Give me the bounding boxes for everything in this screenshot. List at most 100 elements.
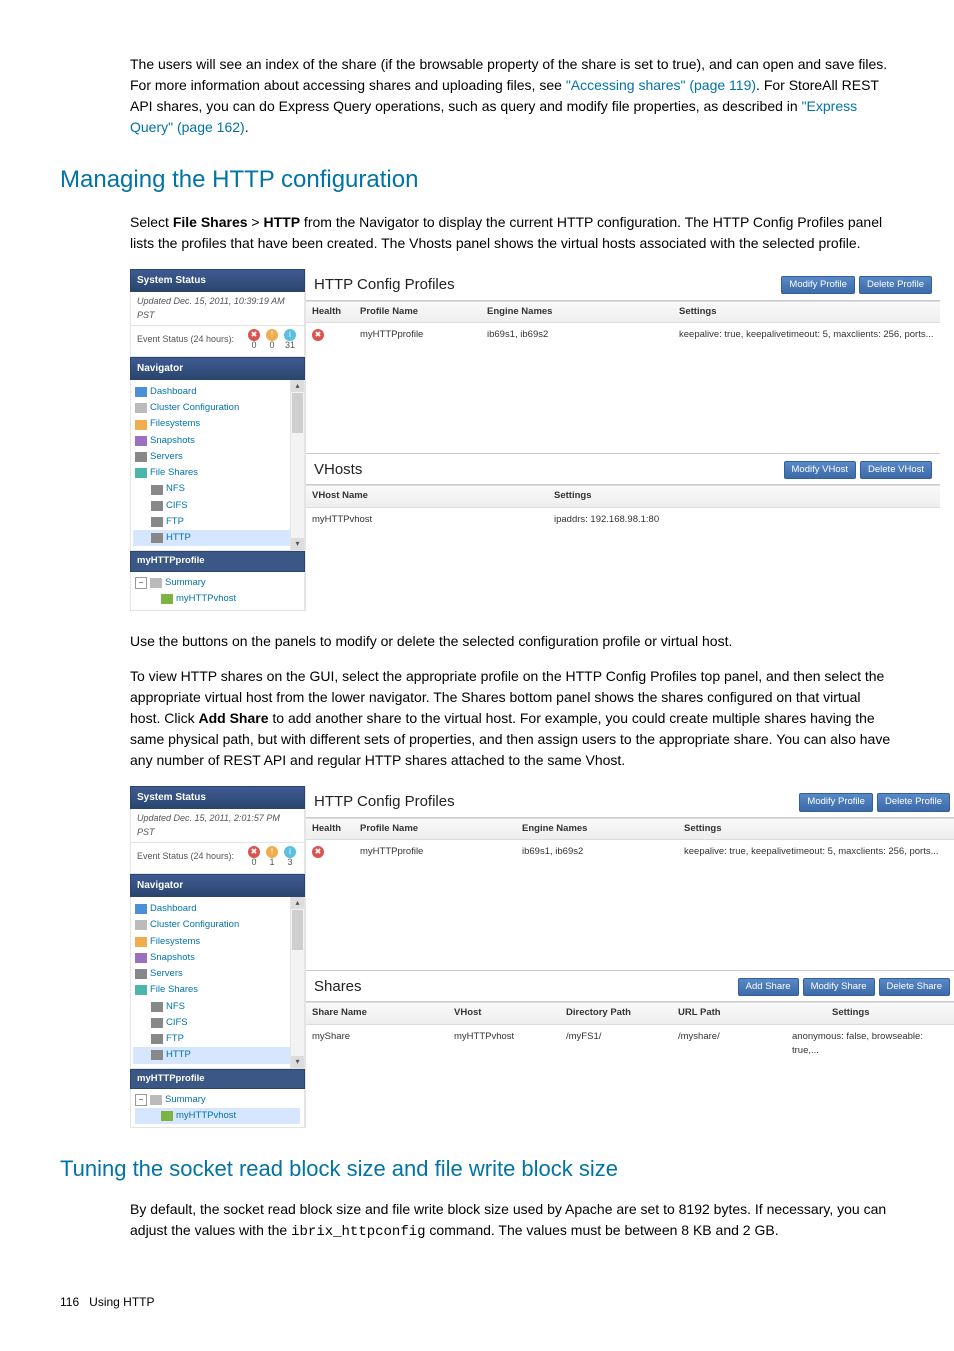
system-status-title: System Status	[130, 786, 305, 809]
col-share-name[interactable]: Share Name	[306, 1003, 448, 1023]
share-sub-icon	[151, 485, 163, 495]
page-number: 116	[60, 1295, 79, 1309]
bold-file-shares: File Shares	[173, 214, 248, 230]
event-status-row: Event Status (24 hours): ✖0 !1 i3	[130, 843, 305, 874]
nav-dashboard[interactable]: Dashboard	[133, 901, 302, 917]
nav-file-shares[interactable]: File Shares	[133, 465, 302, 481]
nav-cluster-configuration[interactable]: Cluster Configuration	[133, 917, 302, 933]
share-vhost-cell: myHTTPvhost	[448, 1027, 560, 1062]
col-profile-name[interactable]: Profile Name	[354, 819, 516, 839]
nav-snapshots[interactable]: Snapshots	[133, 950, 302, 966]
nav-nfs[interactable]: NFS	[133, 481, 302, 497]
col-url-path[interactable]: URL Path	[672, 1003, 774, 1023]
scroll-up-icon[interactable]: ▴	[291, 380, 304, 392]
nav-label: File Shares	[150, 466, 198, 480]
nav-cluster-configuration[interactable]: Cluster Configuration	[133, 400, 302, 416]
col-engine-names[interactable]: Engine Names	[516, 819, 678, 839]
scroll-down-icon[interactable]: ▾	[291, 538, 304, 550]
nav-label: myHTTPvhost	[176, 1109, 236, 1123]
delete-share-button[interactable]: Delete Share	[879, 978, 950, 996]
nav-http[interactable]: HTTP	[133, 1047, 302, 1063]
nav-filesystems[interactable]: Filesystems	[133, 934, 302, 950]
share-dir-cell: /myFS1/	[560, 1027, 672, 1062]
modify-profile-button[interactable]: Modify Profile	[799, 793, 873, 811]
col-vhost-settings[interactable]: Settings	[548, 486, 940, 506]
vhost-name-cell: myHTTPvhost	[306, 510, 548, 530]
nav-dashboard[interactable]: Dashboard	[133, 384, 302, 400]
col-engine-names[interactable]: Engine Names	[481, 302, 673, 322]
nav-servers[interactable]: Servers	[133, 966, 302, 982]
nav-nfs[interactable]: NFS	[133, 999, 302, 1015]
vhosts-title: VHosts	[314, 459, 362, 482]
vhosts-header: VHost Name Settings	[306, 485, 940, 507]
delete-vhost-button[interactable]: Delete VHost	[860, 461, 932, 479]
footer-label: Using HTTP	[89, 1295, 154, 1309]
intro-paragraph: The users will see an index of the share…	[130, 54, 894, 138]
profile-row[interactable]: ✖ myHTTPprofile ib69s1, ib69s2 keepalive…	[306, 323, 940, 347]
share-sub-icon	[151, 517, 163, 527]
col-profile-name[interactable]: Profile Name	[354, 302, 481, 322]
col-share-vhost[interactable]: VHost	[448, 1003, 560, 1023]
nav-ftp[interactable]: FTP	[133, 514, 302, 530]
profile-row[interactable]: ✖ myHTTPprofile ib69s1, ib69s2 keepalive…	[306, 840, 954, 864]
share-row[interactable]: myShare myHTTPvhost /myFS1/ /myshare/ an…	[306, 1025, 954, 1064]
lower-nav-summary[interactable]: −Summary	[135, 1092, 300, 1108]
tree-scrollbar[interactable]: ▴ ▾	[290, 380, 304, 551]
gear-icon	[135, 403, 147, 413]
col-vhost-name[interactable]: VHost Name	[306, 486, 548, 506]
nav-filesystems[interactable]: Filesystems	[133, 416, 302, 432]
scroll-up-icon[interactable]: ▴	[291, 897, 304, 909]
col-settings[interactable]: Settings	[678, 819, 954, 839]
lower-nav-tree: −Summary myHTTPvhost	[130, 1089, 305, 1129]
info-count: 31	[285, 341, 295, 351]
col-share-settings[interactable]: Settings	[826, 1003, 954, 1023]
delete-profile-button[interactable]: Delete Profile	[877, 793, 950, 811]
nav-snapshots[interactable]: Snapshots	[133, 433, 302, 449]
share-icon	[135, 468, 147, 478]
col-directory-path[interactable]: Directory Path	[560, 1003, 672, 1023]
profiles-header: Health Profile Name Engine Names Setting…	[306, 301, 940, 323]
info-count: 3	[287, 858, 292, 868]
shares-header: Share Name VHost Directory Path URL Path…	[306, 1002, 954, 1024]
scroll-thumb[interactable]	[292, 393, 303, 433]
scroll-down-icon[interactable]: ▾	[291, 1056, 304, 1068]
nav-label: Filesystems	[150, 417, 200, 431]
nav-ftp[interactable]: FTP	[133, 1031, 302, 1047]
lower-nav-vhost[interactable]: myHTTPvhost	[135, 591, 300, 607]
link-accessing-shares[interactable]: "Accessing shares" (page 119)	[566, 77, 756, 93]
vhost-icon	[161, 594, 173, 604]
share-sub-icon	[151, 1002, 163, 1012]
minus-icon[interactable]: −	[135, 1094, 147, 1106]
nav-label: CIFS	[166, 499, 188, 513]
lower-nav-title: myHTTPprofile	[130, 551, 305, 571]
minus-icon[interactable]: −	[135, 577, 147, 589]
nav-servers[interactable]: Servers	[133, 449, 302, 465]
modify-vhost-button[interactable]: Modify VHost	[784, 461, 857, 479]
share-sub-icon	[151, 533, 163, 543]
lower-nav-vhost[interactable]: myHTTPvhost	[135, 1108, 300, 1124]
settings-cell: keepalive: true, keepalivetimeout: 5, ma…	[673, 325, 940, 345]
nav-http[interactable]: HTTP	[133, 530, 302, 546]
delete-profile-button[interactable]: Delete Profile	[859, 276, 932, 294]
modify-share-button[interactable]: Modify Share	[803, 978, 875, 996]
lower-nav-title: myHTTPprofile	[130, 1069, 305, 1089]
heading-managing-http: Managing the HTTP configuration	[60, 162, 894, 198]
shares-title: Shares	[314, 976, 362, 999]
share-name-cell: myShare	[306, 1027, 448, 1062]
scroll-thumb[interactable]	[292, 910, 303, 950]
gear-icon	[135, 920, 147, 930]
nav-cifs[interactable]: CIFS	[133, 498, 302, 514]
nav-label: Snapshots	[150, 951, 195, 965]
nav-file-shares[interactable]: File Shares	[133, 982, 302, 998]
tree-scrollbar[interactable]: ▴ ▾	[290, 897, 304, 1068]
lower-nav-summary[interactable]: − Summary	[135, 575, 300, 591]
nav-label: Summary	[165, 576, 206, 590]
col-health[interactable]: Health	[306, 302, 354, 322]
modify-profile-button[interactable]: Modify Profile	[781, 276, 855, 294]
col-settings[interactable]: Settings	[673, 302, 940, 322]
event-status-row: Event Status (24 hours): ✖0 !0 i31	[130, 326, 305, 357]
add-share-button[interactable]: Add Share	[738, 978, 799, 996]
col-health[interactable]: Health	[306, 819, 354, 839]
vhost-row[interactable]: myHTTPvhost ipaddrs: 192.168.98.1:80	[306, 508, 940, 532]
nav-cifs[interactable]: CIFS	[133, 1015, 302, 1031]
